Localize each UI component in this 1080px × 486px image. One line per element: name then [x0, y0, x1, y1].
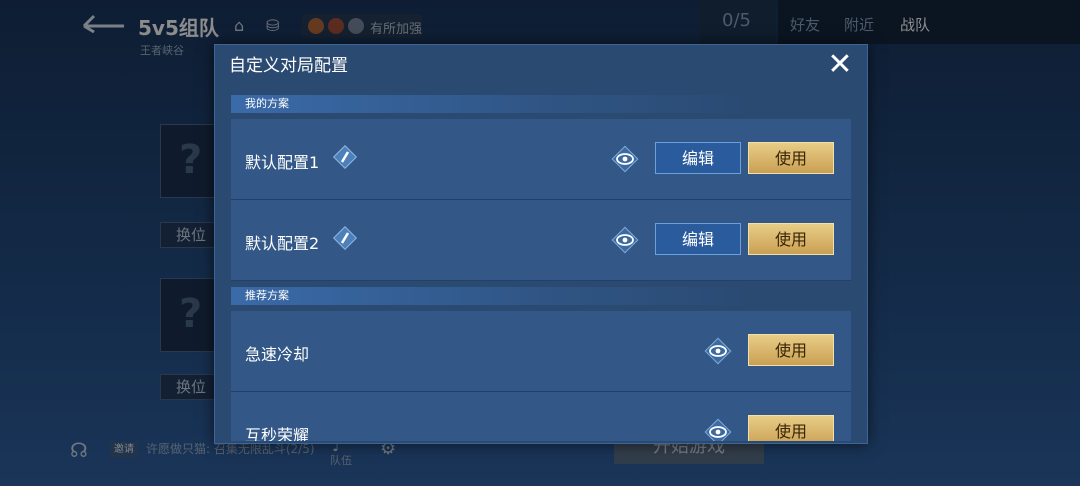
plan-name: 默认配置2 [245, 234, 320, 253]
eye-icon[interactable] [609, 224, 641, 256]
swap-button[interactable]: 换位 [160, 222, 222, 248]
dialog-body: 我的方案 默认配置1 编辑 使用 默认配置2 编辑 使用 推荐方案 急速冷却 使… [231, 93, 851, 441]
pencil-icon[interactable] [331, 143, 359, 171]
team-count-box: 0/5 [700, 0, 776, 44]
mic-label: 队伍 [330, 454, 352, 467]
bag-icon[interactable]: ⛁ [266, 16, 279, 35]
plan-row: 默认配置1 编辑 使用 [231, 119, 851, 200]
pencil-svg [332, 225, 358, 251]
eye-icon[interactable] [702, 416, 734, 441]
voice-icon[interactable]: ☊ [70, 438, 88, 462]
lobby-subtitle: 王者峡谷 [140, 44, 184, 57]
use-button[interactable]: 使用 [748, 142, 834, 174]
plan-row: 互秒荣耀 使用 [231, 392, 851, 441]
eye-svg [611, 145, 639, 173]
eye-svg [704, 418, 732, 441]
hero-avatar-icon [328, 18, 344, 34]
invite-tag: 邀请 [110, 442, 138, 458]
use-button[interactable]: 使用 [748, 415, 834, 441]
buff-text: 有所加强 [370, 22, 423, 37]
lobby-header: 5v5组队 王者峡谷 ⌂ ⛁ 有所加强 0/5 好友 附近 战队 [0, 0, 1080, 57]
use-button[interactable]: 使用 [748, 334, 834, 366]
eye-svg [704, 337, 732, 365]
plan-row: 急速冷却 使用 [231, 311, 851, 392]
unknown-player-icon: ? [179, 291, 203, 337]
plan-name: 默认配置1 [245, 153, 320, 172]
pencil-icon[interactable] [331, 224, 359, 252]
home-icon[interactable]: ⌂ [234, 16, 244, 35]
close-icon[interactable]: ✕ [825, 50, 855, 81]
plan-row: 默认配置2 编辑 使用 [231, 200, 851, 281]
unknown-player-icon: ? [179, 137, 203, 183]
pencil-svg [332, 144, 358, 170]
edit-button[interactable]: 编辑 [655, 142, 741, 174]
friends-tab-bar: 好友 附近 战队 [778, 0, 1080, 44]
swap-button[interactable]: 换位 [160, 374, 222, 400]
eye-icon[interactable] [702, 335, 734, 367]
tab-friends[interactable]: 好友 [790, 14, 820, 35]
plan-name: 互秒荣耀 [245, 426, 310, 441]
back-arrow-icon[interactable] [80, 12, 128, 34]
edit-button[interactable]: 编辑 [655, 223, 741, 255]
custom-match-config-dialog: 自定义对局配置 ✕ 我的方案 默认配置1 编辑 使用 默认配置2 编辑 使用 推… [214, 44, 868, 444]
section-recommended-plans: 推荐方案 [231, 287, 751, 305]
team-count: 0/5 [722, 10, 751, 31]
tab-team[interactable]: 战队 [900, 14, 930, 35]
hero-avatar-icon [348, 18, 364, 34]
eye-svg [611, 226, 639, 254]
plan-name: 急速冷却 [245, 345, 310, 364]
hero-avatar-icon [308, 18, 324, 34]
back-arrow-svg [82, 14, 124, 34]
lobby-title: 5v5组队 [138, 16, 219, 40]
tab-nearby[interactable]: 附近 [844, 14, 874, 35]
section-my-plans: 我的方案 [231, 95, 751, 113]
buff-strip: 有所加强 [302, 14, 422, 38]
dialog-title: 自定义对局配置 [229, 56, 348, 76]
use-button[interactable]: 使用 [748, 223, 834, 255]
eye-icon[interactable] [609, 143, 641, 175]
